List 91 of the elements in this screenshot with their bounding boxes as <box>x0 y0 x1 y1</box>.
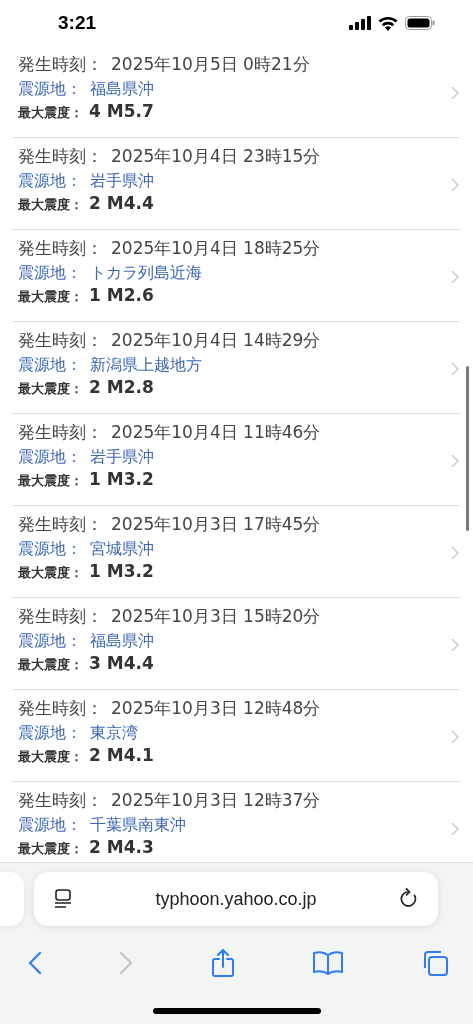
magnitude: M4.1 <box>106 744 154 766</box>
occurrence-time: 2025年10月4日 11時46分 <box>111 421 321 444</box>
url-text: typhoon.yahoo.co.jp <box>155 888 317 910</box>
time-label: 発生時刻： <box>18 53 103 76</box>
signal-icon <box>349 16 371 30</box>
time-label: 発生時刻： <box>18 145 103 168</box>
intensity-label: 最大震度： <box>18 564 83 582</box>
magnitude: M4.3 <box>106 836 154 858</box>
occurrence-time: 2025年10月3日 15時20分 <box>111 605 321 628</box>
intensity-value: 4 <box>89 100 101 122</box>
epicenter-label: 震源地： <box>18 722 82 744</box>
chevron-right-icon <box>451 178 459 192</box>
epicenter: 福島県沖 <box>90 78 154 100</box>
magnitude: M3.2 <box>106 560 154 582</box>
epicenter: 岩手県沖 <box>90 446 154 468</box>
epicenter-label: 震源地： <box>18 262 82 284</box>
magnitude: M4.4 <box>106 192 154 214</box>
magnitude: M5.7 <box>106 100 154 122</box>
intensity-label: 最大震度： <box>18 748 83 766</box>
epicenter-label: 震源地： <box>18 446 82 468</box>
time-label: 発生時刻： <box>18 329 103 352</box>
epicenter: トカラ列島近海 <box>90 262 202 284</box>
epicenter: 岩手県沖 <box>90 170 154 192</box>
intensity-value: 2 <box>89 744 101 766</box>
occurrence-time: 2025年10月3日 17時45分 <box>111 513 321 536</box>
intensity-value: 3 <box>89 652 101 674</box>
time-label: 発生時刻： <box>18 697 103 720</box>
epicenter-label: 震源地： <box>18 78 82 100</box>
chevron-right-icon <box>451 730 459 744</box>
quake-list-item[interactable]: 発生時刻： 2025年10月3日 15時20分 震源地： 福島県沖 最大震度： 3 M4.4 <box>12 598 460 690</box>
intensity-value: 1 <box>89 468 101 490</box>
occurrence-time: 2025年10月3日 12時48分 <box>111 697 321 720</box>
chevron-right-icon <box>451 546 459 560</box>
occurrence-time: 2025年10月3日 12時37分 <box>111 789 321 812</box>
chevron-right-icon <box>451 638 459 652</box>
intensity-value: 2 <box>89 836 101 858</box>
epicenter: 新潟県上越地方 <box>90 354 202 376</box>
intensity-label: 最大震度： <box>18 104 83 122</box>
battery-icon <box>405 16 435 30</box>
epicenter: 宮城県沖 <box>90 538 154 560</box>
chevron-right-icon <box>451 454 459 468</box>
epicenter: 東京湾 <box>90 722 138 744</box>
quake-list-item[interactable]: 発生時刻： 2025年10月5日 0時21分 震源地： 福島県沖 最大震度： 4 M5.7 <box>12 46 460 138</box>
time-label: 発生時刻： <box>18 237 103 260</box>
back-icon[interactable] <box>28 951 42 975</box>
epicenter: 千葉県南東沖 <box>90 814 186 836</box>
quake-list-item[interactable]: 発生時刻： 2025年10月4日 14時29分 震源地： 新潟県上越地方 最大震度： 2 M2.8 <box>12 322 460 414</box>
intensity-label: 最大震度： <box>18 656 83 674</box>
epicenter-label: 震源地： <box>18 170 82 192</box>
share-icon[interactable] <box>210 948 235 978</box>
quake-list-item[interactable]: 発生時刻： 2025年10月3日 17時45分 震源地： 宮城県沖 最大震度： 1 M3.2 <box>12 506 460 598</box>
quake-list-item[interactable]: 発生時刻： 2025年10月3日 12時48分 震源地： 東京湾 最大震度： 2 M4.1 <box>12 690 460 782</box>
epicenter-label: 震源地： <box>18 354 82 376</box>
tabs-icon[interactable] <box>421 949 449 977</box>
epicenter-label: 震源地： <box>18 630 82 652</box>
occurrence-time: 2025年10月4日 14時29分 <box>111 329 321 352</box>
quake-list-item[interactable]: 発生時刻： 2025年10月4日 23時15分 震源地： 岩手県沖 最大震度： 2 M4.4 <box>12 138 460 230</box>
status-time: 3:21 <box>58 12 97 34</box>
intensity-label: 最大震度： <box>18 472 83 490</box>
occurrence-time: 2025年10月4日 23時15分 <box>111 145 321 168</box>
occurrence-time: 2025年10月4日 18時25分 <box>111 237 321 260</box>
intensity-value: 2 <box>89 192 101 214</box>
intensity-label: 最大震度： <box>18 288 83 306</box>
time-label: 発生時刻： <box>18 789 103 812</box>
chevron-right-icon <box>451 822 459 836</box>
wifi-icon <box>378 15 398 31</box>
chevron-right-icon <box>451 270 459 284</box>
chevron-right-icon <box>451 86 459 100</box>
intensity-label: 最大震度： <box>18 196 83 214</box>
epicenter-label: 震源地： <box>18 814 82 836</box>
intensity-value: 2 <box>89 376 101 398</box>
epicenter-label: 震源地： <box>18 538 82 560</box>
time-label: 発生時刻： <box>18 605 103 628</box>
magnitude: M2.8 <box>106 376 154 398</box>
intensity-value: 1 <box>89 284 101 306</box>
quake-list-item[interactable]: 発生時刻： 2025年10月4日 11時46分 震源地： 岩手県沖 最大震度： 1 M3.2 <box>12 414 460 506</box>
magnitude: M2.6 <box>106 284 154 306</box>
intensity-label: 最大震度： <box>18 380 83 398</box>
book-icon[interactable] <box>311 950 344 976</box>
address-bar[interactable]: typhoon.yahoo.co.jp <box>34 872 438 926</box>
time-label: 発生時刻： <box>18 421 103 444</box>
quake-list-item[interactable]: 発生時刻： 2025年10月4日 18時25分 震源地： トカラ列島近海 最大震度： 1 M2.6 <box>12 230 460 322</box>
magnitude: M4.4 <box>106 652 154 674</box>
chevron-right-icon <box>451 362 459 376</box>
intensity-label: 最大震度： <box>18 840 83 858</box>
epicenter: 福島県沖 <box>90 630 154 652</box>
magnitude: M3.2 <box>106 468 154 490</box>
occurrence-time: 2025年10月5日 0時21分 <box>111 53 310 76</box>
time-label: 発生時刻： <box>18 513 103 536</box>
page-menu-icon <box>54 889 72 909</box>
intensity-value: 1 <box>89 560 101 582</box>
